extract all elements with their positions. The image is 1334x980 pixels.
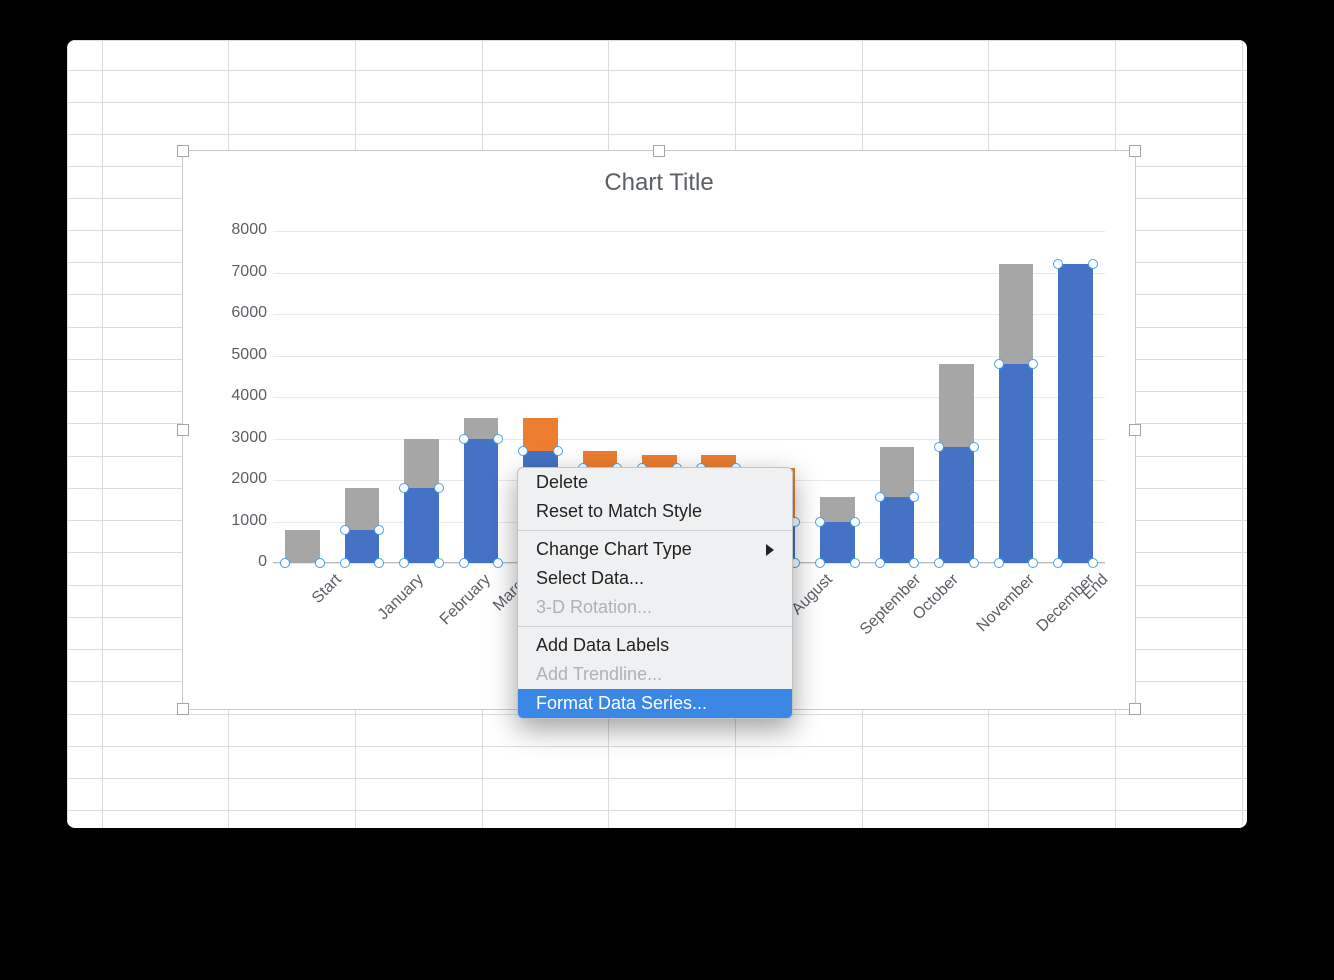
bar-slot[interactable] xyxy=(1058,231,1092,563)
x-tick-label: February xyxy=(436,571,494,629)
bar-slot[interactable] xyxy=(345,231,379,563)
x-tick-label: Start xyxy=(309,571,346,608)
menu-item: 3-D Rotation... xyxy=(518,593,792,622)
x-tick-label: August xyxy=(789,571,837,619)
spreadsheet-canvas[interactable]: Chart Title 0 1000 2000 3000 4000 5000 6000 700… xyxy=(67,40,1247,828)
bar-blue[interactable] xyxy=(820,522,854,564)
bar-slot[interactable] xyxy=(404,231,438,563)
menu-item[interactable]: Format Data Series... xyxy=(518,689,792,718)
chart-resize-handle-br[interactable] xyxy=(1129,703,1141,715)
y-axis-labels: 0 1000 2000 3000 4000 5000 6000 7000 8000 xyxy=(219,221,267,573)
bar-slot[interactable] xyxy=(939,231,973,563)
x-tick-label: November xyxy=(974,571,1039,636)
menu-item: Add Trendline... xyxy=(518,660,792,689)
chart-resize-handle-tl[interactable] xyxy=(177,145,189,157)
y-tick-label: 5000 xyxy=(219,346,267,364)
y-tick-label: 4000 xyxy=(219,387,267,405)
submenu-arrow-icon xyxy=(766,544,774,556)
series-selection-point xyxy=(553,446,563,456)
chart-resize-handle-mr[interactable] xyxy=(1129,424,1141,436)
bar-slot[interactable] xyxy=(880,231,914,563)
series-selection-point xyxy=(459,434,469,444)
bar-blue[interactable] xyxy=(345,530,379,563)
series-selection-point xyxy=(434,483,444,493)
bar-blue[interactable] xyxy=(999,364,1033,563)
chart-resize-handle-tr[interactable] xyxy=(1129,145,1141,157)
chart-title[interactable]: Chart Title xyxy=(183,169,1135,197)
chart-resize-handle-tm[interactable] xyxy=(653,145,665,157)
bar-blue[interactable] xyxy=(880,497,914,563)
series-selection-point xyxy=(340,525,350,535)
menu-item[interactable]: Add Data Labels xyxy=(518,631,792,660)
y-tick-label: 0 xyxy=(219,553,267,571)
y-tick-label: 1000 xyxy=(219,512,267,530)
series-selection-point xyxy=(493,434,503,444)
bar-blue[interactable] xyxy=(1058,264,1092,563)
bar-blue[interactable] xyxy=(939,447,973,563)
series-selection-point xyxy=(875,492,885,502)
menu-item[interactable]: Delete xyxy=(518,468,792,497)
menu-item[interactable]: Change Chart Type xyxy=(518,535,792,564)
bar-blue[interactable] xyxy=(464,439,498,564)
bar-gray[interactable] xyxy=(285,530,319,563)
bar-blue[interactable] xyxy=(404,488,438,563)
bar-orange[interactable] xyxy=(523,418,557,451)
y-tick-label: 6000 xyxy=(219,304,267,322)
y-tick-label: 8000 xyxy=(219,221,267,239)
series-selection-point xyxy=(934,442,944,452)
y-tick-label: 2000 xyxy=(219,470,267,488)
x-tick-label: January xyxy=(375,571,428,624)
menu-separator xyxy=(518,530,792,531)
menu-item[interactable]: Reset to Match Style xyxy=(518,497,792,526)
chart-resize-handle-bl[interactable] xyxy=(177,703,189,715)
menu-separator xyxy=(518,626,792,627)
chart-resize-handle-ml[interactable] xyxy=(177,424,189,436)
menu-item-label: Change Chart Type xyxy=(536,539,692,560)
screenshot-stage: Chart Title 0 1000 2000 3000 4000 5000 6000 700… xyxy=(67,40,1267,940)
series-selection-point xyxy=(994,359,1004,369)
series-selection-point xyxy=(850,517,860,527)
y-tick-label: 3000 xyxy=(219,429,267,447)
series-selection-point xyxy=(1088,259,1098,269)
series-selection-point xyxy=(969,442,979,452)
context-menu[interactable]: DeleteReset to Match Style Change Chart T… xyxy=(517,467,793,719)
series-selection-point xyxy=(909,492,919,502)
bar-slot[interactable] xyxy=(464,231,498,563)
bar-slot[interactable] xyxy=(285,231,319,563)
series-selection-point xyxy=(815,517,825,527)
bar-slot[interactable] xyxy=(820,231,854,563)
y-tick-label: 7000 xyxy=(219,263,267,281)
bar-slot[interactable] xyxy=(999,231,1033,563)
menu-item[interactable]: Select Data... xyxy=(518,564,792,593)
series-selection-point xyxy=(374,525,384,535)
series-selection-point xyxy=(1028,359,1038,369)
